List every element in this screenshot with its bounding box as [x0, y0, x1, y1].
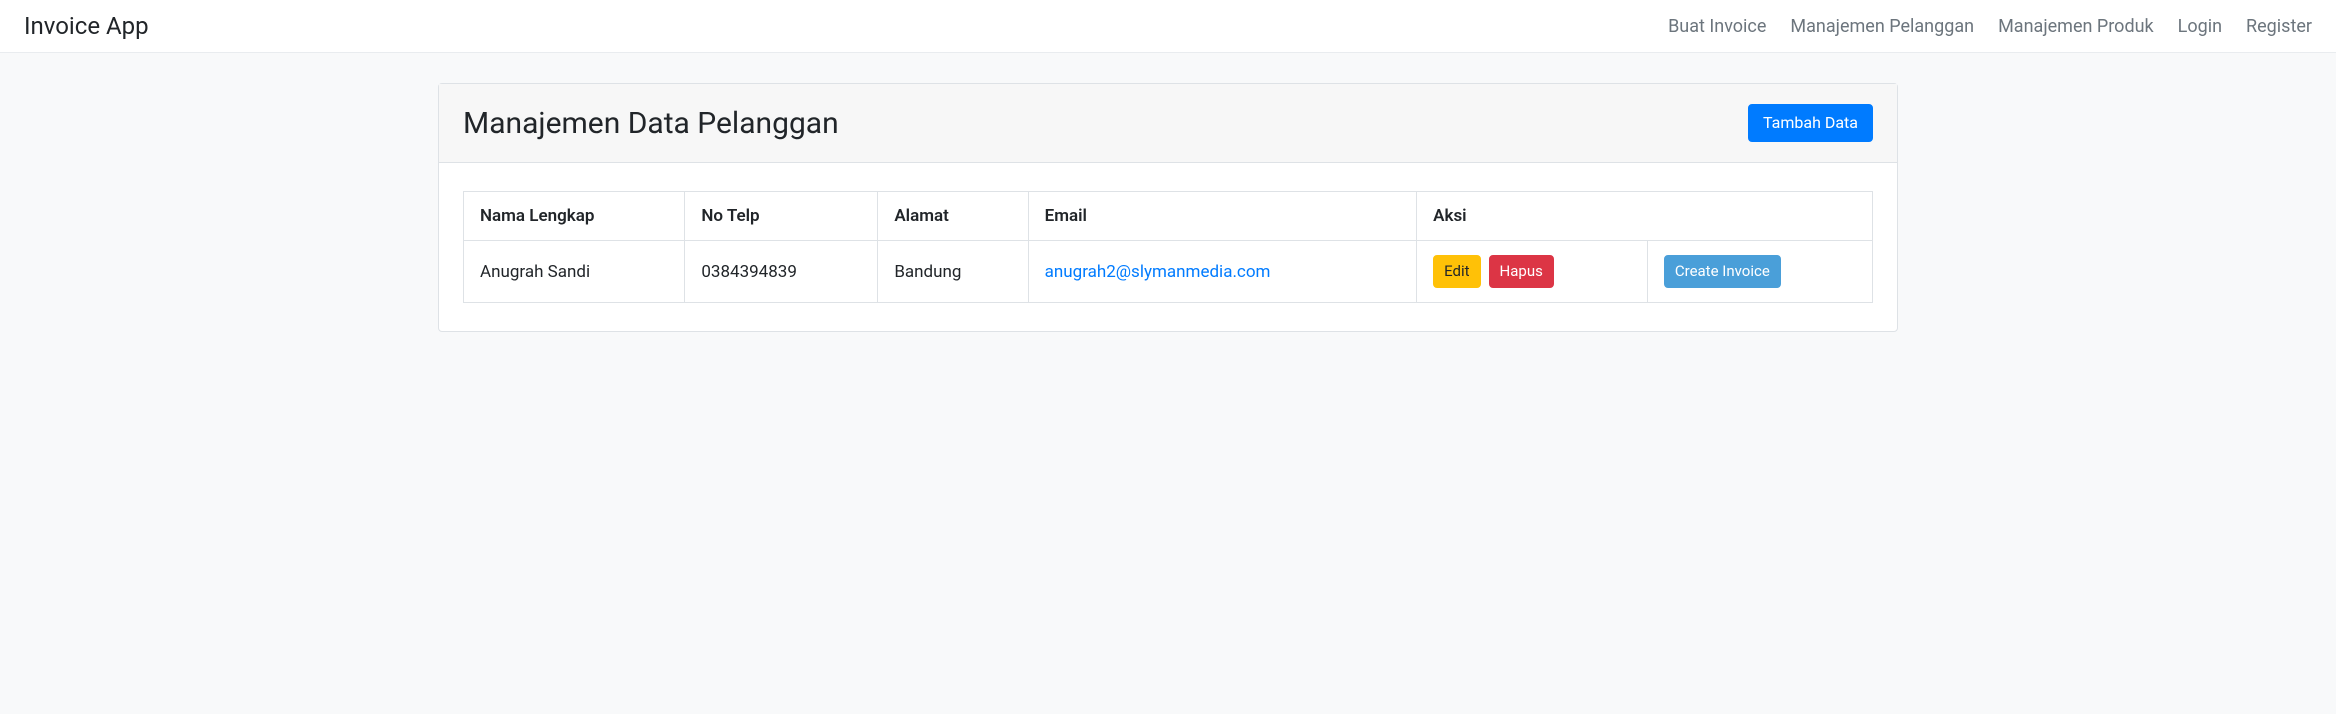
th-name: Nama Lengkap [464, 192, 685, 241]
nav-link-login[interactable]: Login [2178, 16, 2222, 37]
create-invoice-button[interactable]: Create Invoice [1664, 255, 1781, 288]
card: Manajemen Data Pelanggan Tambah Data Nam… [438, 83, 1898, 332]
nav-link-register[interactable]: Register [2246, 16, 2312, 37]
customers-table: Nama Lengkap No Telp Alamat Email Aksi A… [463, 191, 1873, 303]
cell-actions-create-invoice: Create Invoice [1647, 241, 1872, 303]
nav-link-manajemen-produk[interactable]: Manajemen Produk [1998, 16, 2154, 37]
th-action: Aksi [1417, 192, 1873, 241]
email-link[interactable]: anugrah2@slymanmedia.com [1045, 262, 1271, 282]
navbar-nav: Buat Invoice Manajemen Pelanggan Manajem… [1668, 16, 2312, 37]
card-header: Manajemen Data Pelanggan Tambah Data [439, 84, 1897, 163]
cell-actions-edit-delete: Edit Hapus [1417, 241, 1648, 303]
card-body: Nama Lengkap No Telp Alamat Email Aksi A… [439, 163, 1897, 331]
page-title: Manajemen Data Pelanggan [463, 106, 839, 141]
cell-phone: 0384394839 [685, 241, 878, 303]
th-address: Alamat [878, 192, 1028, 241]
edit-button[interactable]: Edit [1433, 255, 1480, 288]
th-email: Email [1028, 192, 1416, 241]
nav-link-manajemen-pelanggan[interactable]: Manajemen Pelanggan [1790, 16, 1974, 37]
cell-address: Bandung [878, 241, 1028, 303]
brand-link[interactable]: Invoice App [24, 12, 149, 40]
cell-name: Anugrah Sandi [464, 241, 685, 303]
nav-link-buat-invoice[interactable]: Buat Invoice [1668, 16, 1766, 37]
cell-email: anugrah2@slymanmedia.com [1028, 241, 1416, 303]
add-data-button[interactable]: Tambah Data [1748, 104, 1873, 142]
delete-button[interactable]: Hapus [1489, 255, 1554, 288]
main-container: Manajemen Data Pelanggan Tambah Data Nam… [418, 53, 1918, 362]
th-phone: No Telp [685, 192, 878, 241]
navbar: Invoice App Buat Invoice Manajemen Pelan… [0, 0, 2336, 53]
table-row: Anugrah Sandi 0384394839 Bandung anugrah… [464, 241, 1873, 303]
